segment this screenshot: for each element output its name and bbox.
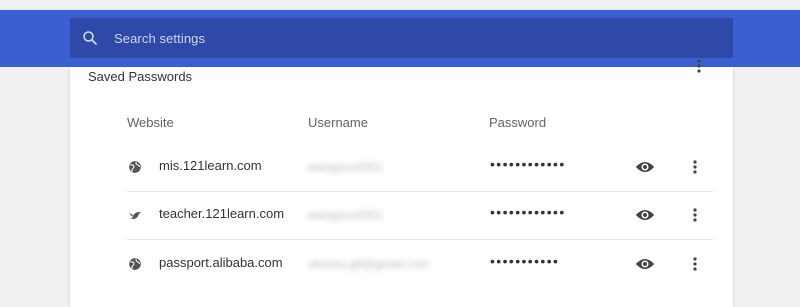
username-value: wlnnnu.gfl@gmail.com xyxy=(308,257,429,271)
show-password-icon[interactable] xyxy=(635,157,655,177)
show-password-icon[interactable] xyxy=(635,205,655,225)
site-name[interactable]: mis.121learn.com xyxy=(159,158,262,173)
table-row: teacher.121learn.com wangyou0001 •••••••… xyxy=(127,192,713,240)
globe-icon xyxy=(127,256,143,272)
username-value: wangyou0001 xyxy=(308,160,383,174)
row-divider xyxy=(127,239,713,240)
site-name[interactable]: passport.alibaba.com xyxy=(159,255,283,270)
site-name[interactable]: teacher.121learn.com xyxy=(159,206,284,221)
more-options-icon[interactable] xyxy=(688,254,702,274)
username-value: wangyou0001 xyxy=(308,208,383,222)
show-password-icon[interactable] xyxy=(635,254,655,274)
column-header-website: Website xyxy=(127,115,174,130)
table-row: mis.121learn.com wangyou0001 •••••••••••… xyxy=(127,144,713,192)
column-header-username: Username xyxy=(308,115,368,130)
more-options-icon[interactable] xyxy=(688,157,702,177)
saved-passwords-card: Saved Passwords Website Username Passwor… xyxy=(70,59,733,307)
bird-icon xyxy=(127,207,143,223)
search-input[interactable]: Search settings xyxy=(114,31,205,46)
more-options-icon[interactable] xyxy=(688,205,702,225)
globe-icon xyxy=(127,159,143,175)
search-icon[interactable] xyxy=(80,28,100,48)
search-bar[interactable]: Search settings xyxy=(70,18,733,58)
table-row: passport.alibaba.com wlnnnu.gfl@gmail.co… xyxy=(127,241,713,289)
password-value: •••••••••••• xyxy=(490,204,566,220)
column-header-password: Password xyxy=(489,115,547,130)
password-value: •••••••••••• xyxy=(490,156,566,172)
more-options-icon[interactable] xyxy=(693,59,705,73)
password-value: ••••••••••• xyxy=(490,253,560,269)
section-title: Saved Passwords xyxy=(88,69,193,84)
